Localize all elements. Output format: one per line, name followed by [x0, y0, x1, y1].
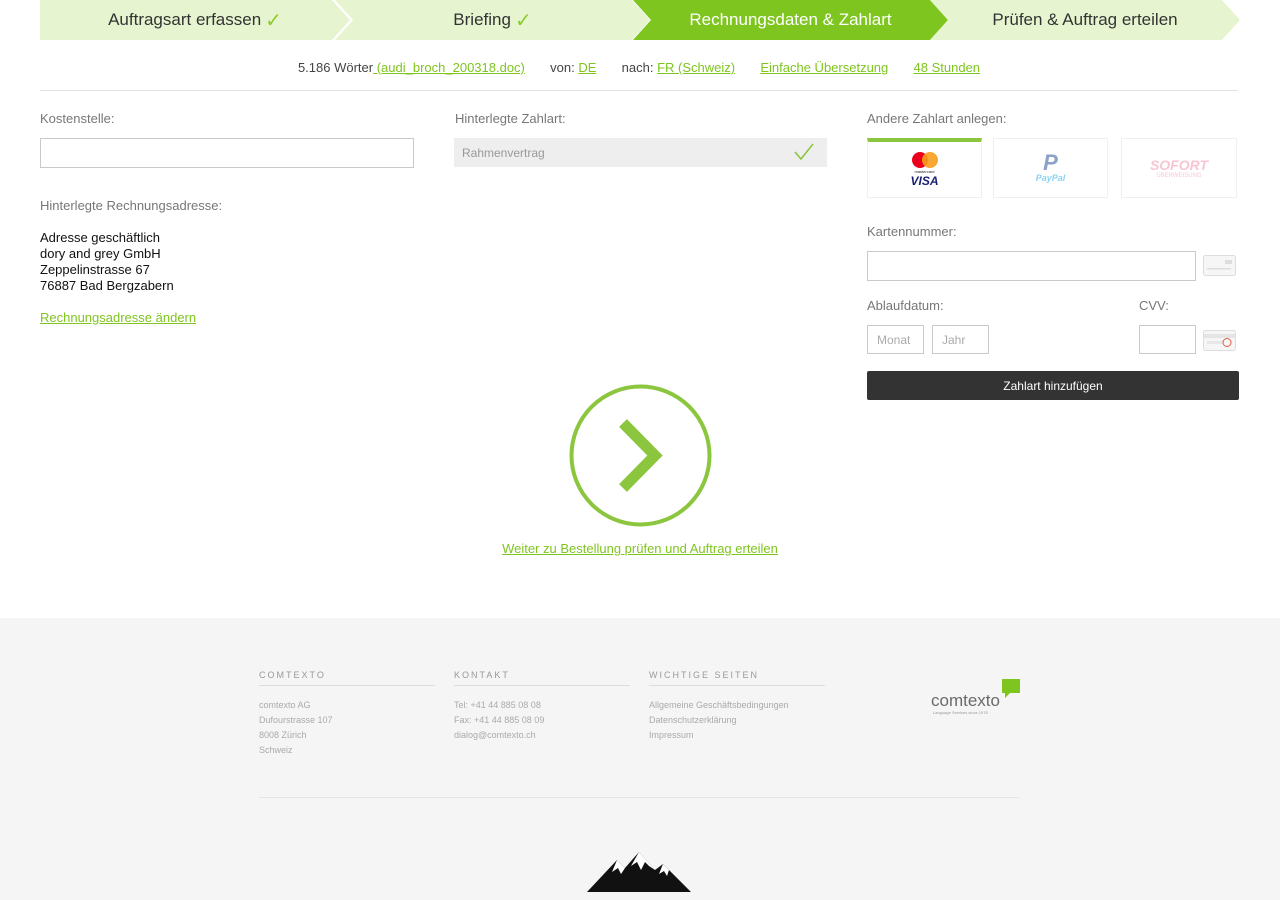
next-arrow-icon[interactable] — [568, 383, 713, 528]
source-language-link[interactable]: DE — [578, 60, 596, 75]
progress-steps: Auftragsart erfassen ✓ Briefing ✓ Rechnu… — [40, 0, 1240, 40]
divider — [40, 90, 1238, 91]
footer-line: comtexto AG — [259, 700, 311, 710]
payment-method-select[interactable]: Rahmenvertrag — [454, 138, 827, 167]
next-step-link[interactable]: Weiter zu Bestellung prüfen und Auftrag … — [502, 541, 778, 556]
address-line: dory and grey GmbH — [40, 246, 161, 261]
tab-sofort[interactable]: SOFORT ÜBERWEISUNG — [1121, 138, 1237, 198]
file-link[interactable]: (audi_broch_200318.doc) — [373, 60, 525, 75]
visa-text: VISA — [910, 174, 939, 188]
word-count: 5.186 Wörter — [297, 60, 374, 75]
cvv-label: CVV: — [1139, 298, 1169, 313]
sofort-sub: ÜBERWEISUNG — [1156, 173, 1202, 179]
check-icon — [794, 143, 814, 161]
card-number-label: Kartennummer: — [867, 224, 957, 239]
payment-method-value: Rahmenvertrag — [462, 145, 545, 160]
source-language-label: von: — [550, 60, 575, 75]
footer-heading: COMTEXTO — [259, 670, 435, 686]
footer-col-pages: WICHTIGE SEITEN Allgemeine Geschäftsbedi… — [649, 670, 825, 743]
check-icon: ✓ — [265, 9, 282, 32]
footer-phone[interactable]: Tel: +41 44 885 08 08 — [454, 698, 630, 713]
change-address-link[interactable]: Rechnungsadresse ändern — [40, 310, 196, 325]
card-number-input[interactable] — [867, 251, 1196, 281]
mastercard-icon — [911, 152, 938, 168]
card-front-icon — [1203, 255, 1236, 276]
footer-link-imprint[interactable]: Impressum — [649, 728, 825, 743]
footer-fax: Fax: +41 44 885 08 09 — [454, 715, 545, 725]
paypal-text: PayPal — [1035, 173, 1066, 183]
paypal-icon: P PayPal — [1035, 150, 1066, 184]
footer-heading: WICHTIGE SEITEN — [649, 670, 825, 686]
cost-center-label: Kostenstelle: — [40, 111, 115, 126]
footer-line: 8008 Zürich — [259, 730, 307, 740]
payment-method-label: Hinterlegte Zahlart: — [455, 111, 566, 126]
card-back-icon — [1203, 330, 1236, 351]
target-language-link[interactable]: FR (Schweiz) — [657, 60, 735, 75]
sofort-icon: SOFORT ÜBERWEISUNG — [1150, 157, 1208, 179]
cost-center-input[interactable] — [40, 138, 414, 168]
step-pruefen[interactable]: Prüfen & Auftrag erteilen — [930, 0, 1240, 40]
step-label: Briefing — [453, 10, 511, 29]
footer-link-agb[interactable]: Allgemeine Geschäftsbedingungen — [649, 698, 825, 713]
step-label: Rechnungsdaten & Zahlart — [689, 10, 892, 29]
footer-link-privacy[interactable]: Datenschutzerklärung — [649, 713, 825, 728]
add-payment-button[interactable]: Zahlart hinzufügen — [867, 371, 1239, 400]
footer-email[interactable]: dialog@comtexto.ch — [454, 728, 630, 743]
footer-col-contact: KONTAKT Tel: +41 44 885 08 08 Fax: +41 4… — [454, 670, 630, 743]
address-line: Zeppelinstrasse 67 — [40, 262, 150, 277]
footer-line: Dufourstrasse 107 — [259, 715, 333, 725]
mastercard-visa-icon: mastercard VISA — [910, 151, 940, 188]
translation-type-link[interactable]: Einfache Übersetzung — [760, 60, 888, 75]
footer-col-company: COMTEXTO comtexto AG Dufourstrasse 107 8… — [259, 670, 435, 758]
step-auftragsart[interactable]: Auftragsart erfassen ✓ — [40, 0, 350, 40]
new-payment-label: Andere Zahlart anlegen: — [867, 111, 1007, 126]
speech-bubble-icon — [1002, 679, 1020, 698]
cvv-input[interactable] — [1139, 325, 1196, 354]
footer-heading: KONTAKT — [454, 670, 630, 686]
address-line: 76887 Bad Bergzabern — [40, 278, 174, 293]
step-briefing[interactable]: Briefing ✓ — [335, 0, 650, 40]
expiry-year-input[interactable]: Jahr — [932, 325, 989, 354]
sofort-text: SOFORT — [1149, 157, 1209, 173]
duration-link[interactable]: 48 Stunden — [914, 60, 981, 75]
tab-paypal[interactable]: P PayPal — [993, 138, 1108, 198]
logo-text: comtexto — [931, 691, 1000, 710]
address-line: Adresse geschäftlich — [40, 230, 160, 245]
expiry-month-input[interactable]: Monat — [867, 325, 924, 354]
comtexto-logo[interactable]: comtexto Language Services since 1978 — [931, 679, 1026, 719]
target-language-label: nach: — [621, 60, 654, 75]
mountain-icon — [587, 852, 691, 892]
step-label: Auftragsart erfassen — [108, 10, 262, 29]
tab-mastercard-visa[interactable]: mastercard VISA — [867, 138, 982, 198]
step-rechnungsdaten[interactable]: Rechnungsdaten & Zahlart — [633, 0, 948, 40]
logo-subtitle: Language Services since 1978 — [933, 710, 988, 715]
step-label: Prüfen & Auftrag erteilen — [992, 10, 1178, 29]
billing-address: Adresse geschäftlich dory and grey GmbH … — [40, 230, 174, 294]
footer-line: Schweiz — [259, 745, 293, 755]
check-icon: ✓ — [514, 9, 532, 32]
expiry-label: Ablaufdatum: — [867, 298, 944, 313]
order-summary: 5.186 Wörter (audi_broch_200318.doc) von… — [40, 60, 1238, 75]
footer-divider — [259, 797, 1019, 798]
billing-address-label: Hinterlegte Rechnungsadresse: — [40, 198, 223, 213]
